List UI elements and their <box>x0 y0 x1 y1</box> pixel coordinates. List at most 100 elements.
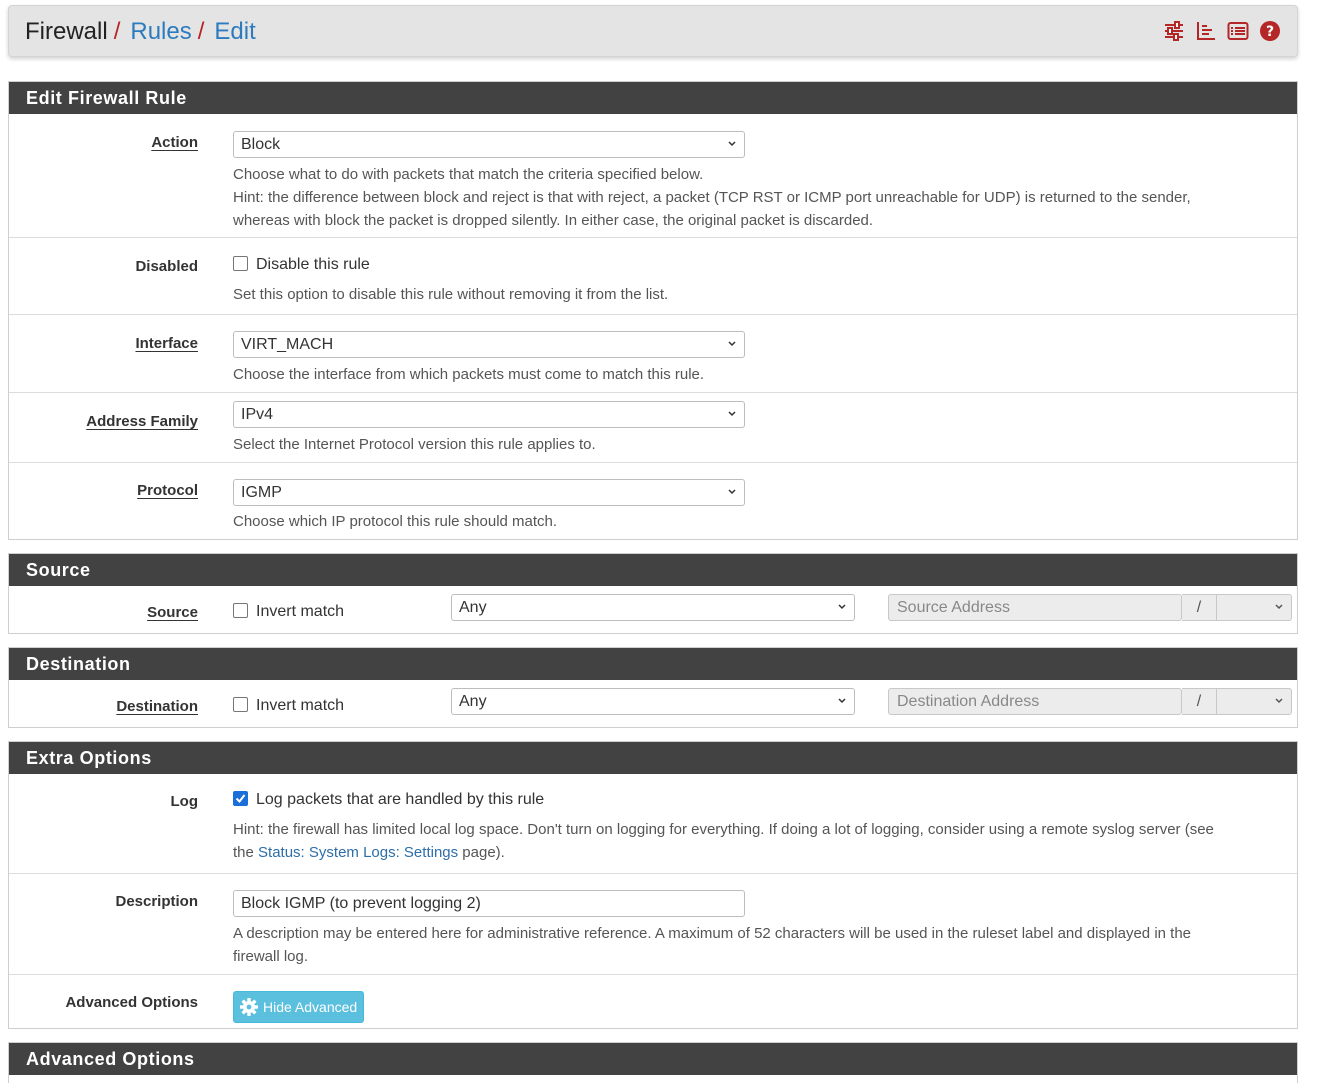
help-icon[interactable]: ? <box>1259 20 1281 42</box>
help-text: Choose what to do with packets that matc… <box>233 166 704 183</box>
panel-title: Extra Options <box>9 742 1297 774</box>
panel-title: Source <box>9 554 1297 586</box>
advanced-options-panel: Advanced Options <box>8 1042 1298 1083</box>
source-mask-select[interactable] <box>1217 594 1292 621</box>
help-text: Hint: the firewall has limited local log… <box>233 821 1214 838</box>
chevron-down-icon <box>728 489 736 495</box>
destination-panel: Destination Destination Invert match Any… <box>8 647 1298 728</box>
destination-invert-checkbox[interactable] <box>233 697 248 712</box>
source-address-placeholder: Source Address <box>897 599 1010 616</box>
advanced-options-label: Advanced Options <box>65 994 198 1011</box>
address-family-help: Select the Internet Protocol version thi… <box>233 436 596 453</box>
help-text: firewall log. <box>233 948 309 965</box>
edit-rule-panel: Edit Firewall Rule Action Block Choose w… <box>8 81 1298 540</box>
help-text: Hint: the difference between block and r… <box>233 189 1191 206</box>
check-icon <box>235 794 246 804</box>
panel-title: Advanced Options <box>9 1043 1297 1075</box>
interface-row: Interface VIRT_MACH Choose the interface… <box>9 315 1297 393</box>
destination-invert-checkbox-label[interactable]: Invert match <box>256 697 344 714</box>
svg-text:?: ? <box>1266 24 1274 40</box>
destination-invert-control: Invert match <box>233 697 344 715</box>
protocol-help: Choose which IP protocol this rule shoul… <box>233 513 558 530</box>
destination-type-select[interactable]: Any <box>451 688 855 715</box>
chevron-down-icon <box>728 341 736 347</box>
log-row: Log Log packets that are handled by this… <box>9 774 1297 874</box>
action-label: Action <box>151 134 198 151</box>
protocol-select[interactable]: IGMP <box>233 479 745 506</box>
address-family-select[interactable]: IPv4 <box>233 401 745 428</box>
interface-help: Choose the interface from which packets … <box>233 366 705 383</box>
protocol-label: Protocol <box>137 482 198 499</box>
disabled-control: Disable this rule <box>233 256 370 274</box>
address-family-select-value: IPv4 <box>241 406 274 423</box>
action-help: Choose what to do with packets that matc… <box>233 163 1191 232</box>
description-label: Description <box>115 893 198 910</box>
protocol-row: Protocol IGMP Choose which IP protocol t… <box>9 463 1297 540</box>
chevron-down-icon <box>728 411 736 417</box>
help-text-part: the <box>233 844 259 861</box>
sliders-icon[interactable] <box>1163 20 1185 42</box>
source-invert-control: Invert match <box>233 603 344 621</box>
panel-title: Destination <box>9 648 1297 680</box>
breadcrumb-edit-link[interactable]: Edit <box>214 18 255 45</box>
disabled-help: Set this option to disable this rule wit… <box>233 286 669 303</box>
destination-address-placeholder: Destination Address <box>897 693 1040 710</box>
source-address-input[interactable]: Source Address <box>888 594 1182 621</box>
help-text: A description may be entered here for ad… <box>233 925 1192 942</box>
chart-icon[interactable] <box>1195 20 1217 42</box>
gear-icon <box>240 998 258 1016</box>
destination-type-select-value: Any <box>459 693 487 710</box>
description-row: Description Block IGMP (to prevent loggi… <box>9 874 1297 975</box>
source-invert-checkbox-label[interactable]: Invert match <box>256 603 344 620</box>
address-family-row: Address Family IPv4 Select the Internet … <box>9 393 1297 463</box>
action-select[interactable]: Block <box>233 131 745 158</box>
disable-rule-checkbox[interactable] <box>233 256 248 271</box>
log-label: Log <box>170 793 199 810</box>
help-text-part: page). <box>458 844 505 861</box>
breadcrumb-rules-link[interactable]: Rules <box>130 18 191 45</box>
action-select-value: Block <box>241 136 281 153</box>
description-help: A description may be entered here for ad… <box>233 922 1191 968</box>
protocol-select-value: IGMP <box>241 484 282 501</box>
extra-options-panel: Extra Options Log Log packets that are h… <box>8 741 1298 1029</box>
chevron-down-icon <box>728 141 736 147</box>
hide-advanced-button[interactable]: Hide Advanced <box>233 991 365 1023</box>
destination-label: Destination <box>116 698 198 715</box>
destination-address-input[interactable]: Destination Address <box>888 688 1182 715</box>
breadcrumb: Firewall / Rules / Edit <box>25 17 256 47</box>
source-panel: Source Source Invert match Any Source Ad… <box>8 553 1298 634</box>
destination-mask-select[interactable] <box>1217 688 1292 715</box>
breadcrumb-separator: / <box>197 18 205 45</box>
description-input-value: Block IGMP (to prevent logging 2) <box>241 895 481 912</box>
source-type-select[interactable]: Any <box>451 594 855 621</box>
chevron-down-icon <box>1275 604 1283 610</box>
chevron-down-icon <box>1275 698 1283 704</box>
breadcrumb-separator: / <box>113 18 121 45</box>
page-header: Firewall / Rules / Edit ? <box>8 5 1298 57</box>
hide-advanced-button-label: Hide Advanced <box>263 999 358 1015</box>
log-checkbox-label[interactable]: Log packets that are handled by this rul… <box>256 791 544 808</box>
disabled-label: Disabled <box>135 258 198 275</box>
log-help: Hint: the firewall has limited local log… <box>233 818 1214 864</box>
disable-rule-checkbox-label[interactable]: Disable this rule <box>256 256 370 273</box>
destination-mask-separator: / <box>1182 688 1217 715</box>
description-input[interactable]: Block IGMP (to prevent logging 2) <box>233 890 745 917</box>
source-row: Source Invert match Any Source Address / <box>9 586 1297 634</box>
help-text: whereas with block the packet is dropped… <box>233 212 874 229</box>
interface-select[interactable]: VIRT_MACH <box>233 331 745 358</box>
advanced-options-row: Advanced Options Hide Advanced <box>9 975 1297 1029</box>
destination-row: Destination Invert match Any Destination… <box>9 680 1297 728</box>
source-invert-checkbox[interactable] <box>233 603 248 618</box>
address-family-label: Address Family <box>86 413 198 430</box>
interface-label: Interface <box>135 335 198 352</box>
breadcrumb-firewall: Firewall <box>25 18 108 45</box>
list-icon[interactable] <box>1227 20 1249 42</box>
header-toolbar: ? <box>1163 20 1281 42</box>
panel-title: Edit Firewall Rule <box>9 82 1297 114</box>
log-control: Log packets that are handled by this rul… <box>233 791 544 809</box>
chevron-down-icon <box>838 698 846 704</box>
log-checkbox[interactable] <box>233 791 248 806</box>
source-label: Source <box>147 604 198 621</box>
system-logs-settings-link[interactable]: Status: System Logs: Settings <box>258 844 458 861</box>
disabled-row: Disabled Disable this rule Set this opti… <box>9 238 1297 315</box>
